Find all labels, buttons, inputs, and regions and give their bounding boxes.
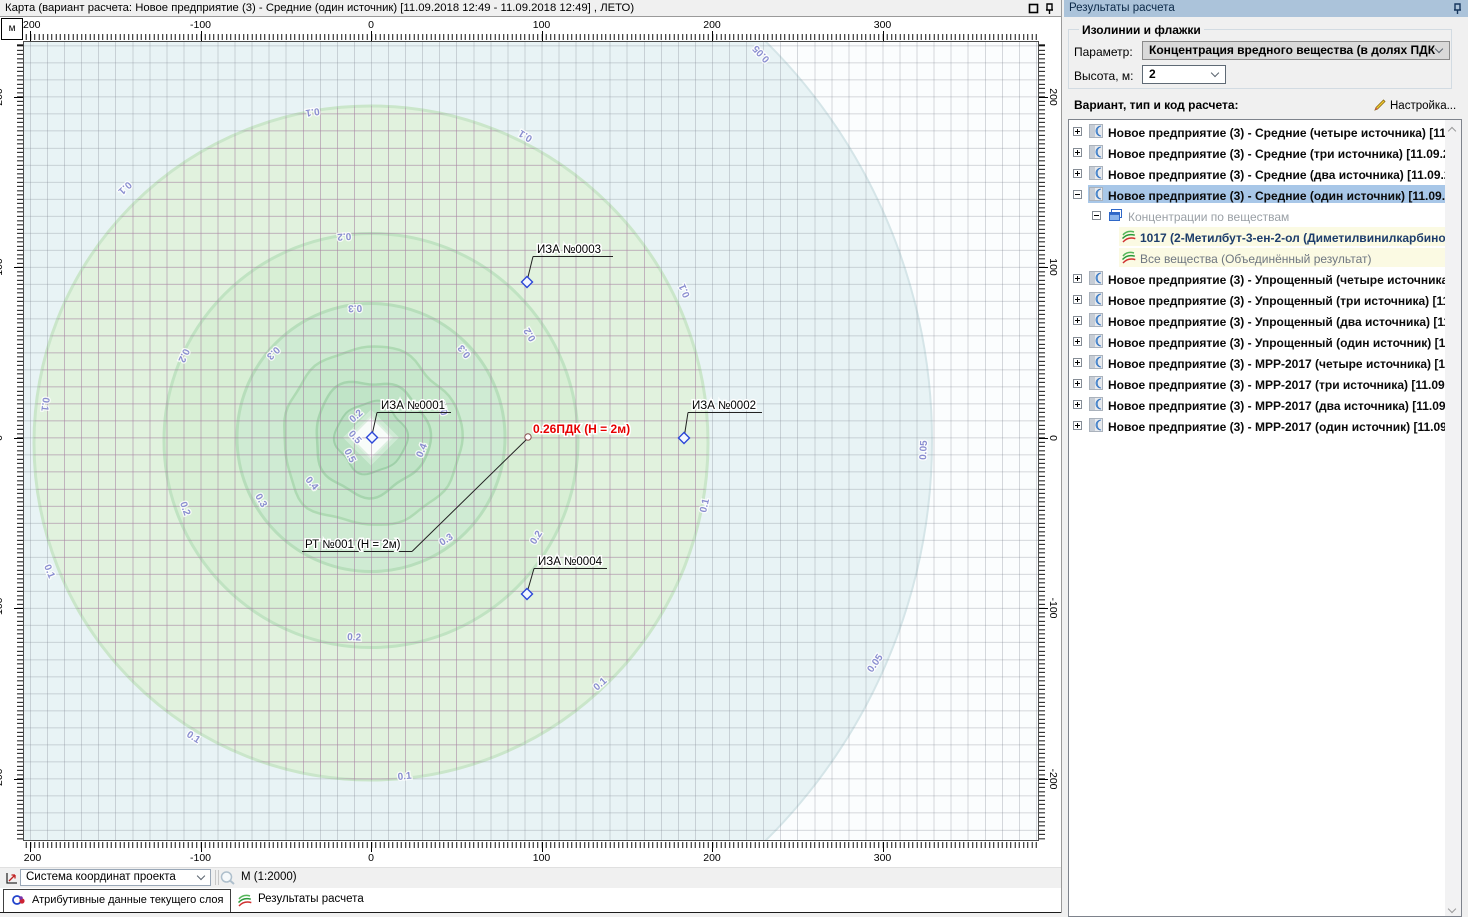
svg-text:0.5: 0.5 <box>346 429 364 447</box>
svg-text:0.2: 0.2 <box>175 347 191 365</box>
svg-text:0.3: 0.3 <box>252 492 269 510</box>
svg-text:0.4: 0.4 <box>303 475 321 493</box>
svg-text:0.1: 0.1 <box>184 729 202 746</box>
svg-text:0.05: 0.05 <box>865 652 885 675</box>
svg-text:0.1: 0.1 <box>38 397 51 413</box>
svg-text:ИЗА №0004: ИЗА №0004 <box>538 556 603 568</box>
svg-text:0.1: 0.1 <box>115 179 133 197</box>
svg-text:0.1: 0.1 <box>698 497 712 513</box>
svg-text:0.2: 0.2 <box>177 500 192 517</box>
svg-text:РТ №001 (Н = 2м): РТ №001 (Н = 2м) <box>305 539 401 551</box>
svg-text:0.3: 0.3 <box>348 302 363 313</box>
svg-text:0.5: 0.5 <box>341 447 357 465</box>
svg-text:0.2: 0.2 <box>528 529 545 547</box>
svg-text:0.1: 0.1 <box>397 771 412 783</box>
svg-text:0.3: 0.3 <box>264 344 282 362</box>
svg-text:ИЗА №0003: ИЗА №0003 <box>537 244 601 256</box>
svg-text:0.1: 0.1 <box>41 563 57 580</box>
svg-text:0.1: 0.1 <box>677 282 693 299</box>
svg-text:0.05: 0.05 <box>751 42 773 64</box>
svg-text:0.3: 0.3 <box>438 531 456 548</box>
svg-text:0.26ПДК (Н = 2м): 0.26ПДК (Н = 2м) <box>533 422 630 436</box>
svg-text:0.2: 0.2 <box>347 632 362 644</box>
svg-text:0.1: 0.1 <box>517 127 535 144</box>
svg-text:0.4: 0.4 <box>415 442 431 459</box>
svg-text:ИЗА №0002: ИЗА №0002 <box>692 400 756 412</box>
svg-text:0.3: 0.3 <box>456 342 474 360</box>
svg-text:0.1: 0.1 <box>304 105 320 118</box>
svg-text:0.1: 0.1 <box>592 675 610 693</box>
svg-text:0.2: 0.2 <box>336 230 351 242</box>
svg-text:0.05: 0.05 <box>918 440 930 460</box>
svg-text:ИЗА №0001: ИЗА №0001 <box>381 400 445 412</box>
svg-text:0.2: 0.2 <box>348 407 366 425</box>
svg-text:0.2: 0.2 <box>522 325 539 343</box>
